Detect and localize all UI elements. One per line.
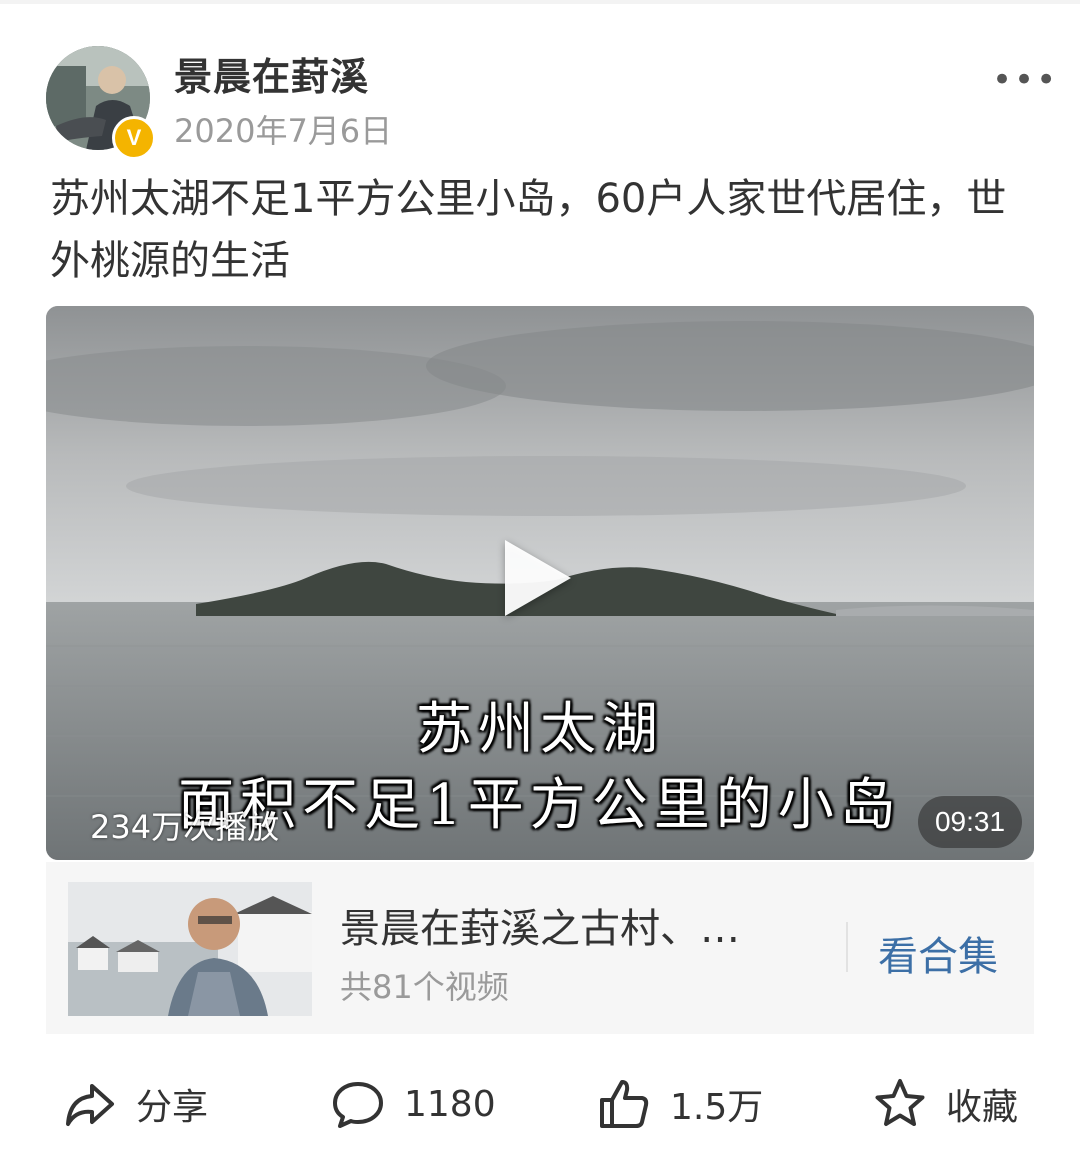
post-text: 苏州太湖不足1平方公里小岛，60户人家世代居住，世外桃源的生活 <box>50 176 1007 284</box>
view-collection-button[interactable]: 看合集 <box>878 924 998 982</box>
like-count: 1.5万 <box>670 1087 764 1128</box>
post-card: V 景晨在葑溪 2020年7月6日 ••• 苏州太湖不足1平方公里小岛，60户人… <box>0 0 1080 1166</box>
more-dots-icon[interactable]: ••• <box>992 60 1056 100</box>
view-count: 234万次播放 <box>90 808 280 846</box>
collection-title: 景晨在葑溪之古村、… <box>340 906 740 952</box>
share-label: 分享 <box>136 1087 209 1128</box>
star-icon <box>875 1079 925 1126</box>
share-icon <box>66 1084 114 1126</box>
play-icon[interactable] <box>505 540 571 616</box>
video-duration: 09:31 <box>918 796 1022 848</box>
top-divider <box>0 0 1080 4</box>
collection-card[interactable]: 景晨在葑溪之古村、… 共81个视频 看合集 <box>46 862 1034 1034</box>
thumbs-up-icon <box>600 1080 649 1128</box>
collection-thumbnail <box>68 882 312 1016</box>
verified-badge: V <box>112 116 156 160</box>
comment-count: 1180 <box>404 1083 496 1125</box>
author-name[interactable]: 景晨在葑溪 <box>174 46 369 101</box>
collection-count: 共81个视频 <box>340 968 509 1006</box>
favorite-button[interactable]: 收藏 <box>872 1074 1018 1134</box>
video-caption-line1: 苏州太湖 <box>416 697 664 762</box>
comment-button[interactable]: 1180 <box>330 1074 496 1134</box>
like-button[interactable]: 1.5万 <box>596 1074 763 1134</box>
share-button[interactable]: 分享 <box>62 1074 208 1134</box>
post-date: 2020年7月6日 <box>174 112 393 150</box>
comment-icon <box>333 1082 383 1128</box>
divider <box>846 922 848 972</box>
favorite-label: 收藏 <box>946 1087 1019 1128</box>
